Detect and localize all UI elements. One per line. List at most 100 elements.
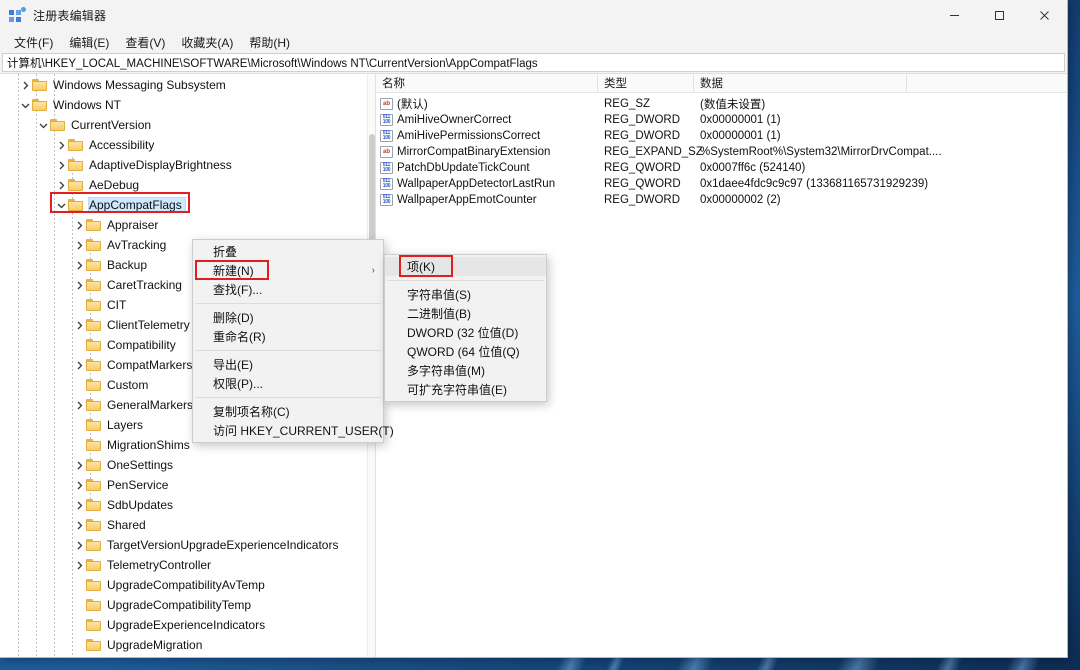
- chevron-right-icon[interactable]: [72, 355, 86, 375]
- column-header-data[interactable]: 数据: [694, 74, 907, 92]
- tree-item[interactable]: UpgradeCompatibilityTemp: [0, 595, 367, 615]
- value-row[interactable]: 011100AmiHiveOwnerCorrectREG_DWORD0x0000…: [376, 112, 1067, 128]
- close-button[interactable]: [1022, 0, 1067, 31]
- tree-item[interactable]: Shared: [0, 515, 367, 535]
- chevron-right-icon[interactable]: [18, 75, 32, 95]
- value-type: REG_DWORD: [598, 114, 694, 126]
- value-row[interactable]: abMirrorCompatBinaryExtensionREG_EXPAND_…: [376, 144, 1067, 160]
- submenu-item[interactable]: 项(K): [385, 257, 546, 276]
- tree-item[interactable]: Accessibility: [0, 135, 367, 155]
- chevron-right-icon[interactable]: [72, 495, 86, 515]
- value-data: 0x00000002 (2): [694, 194, 1067, 206]
- value-data: 0x0007ff6c (524140): [694, 162, 1067, 174]
- chevron-right-icon[interactable]: [54, 175, 68, 195]
- chevron-right-icon[interactable]: [72, 215, 86, 235]
- menu-view[interactable]: 查看(V): [117, 32, 173, 53]
- folder-icon: [86, 358, 102, 372]
- tree-item[interactable]: AppCompatFlags: [0, 195, 367, 215]
- binary-value-icon: 011100: [380, 194, 393, 206]
- folder-icon: [86, 558, 102, 572]
- context-menu-item[interactable]: 复制项名称(C): [193, 402, 383, 421]
- column-header-type[interactable]: 类型: [598, 74, 694, 92]
- chevron-right-icon[interactable]: [72, 515, 86, 535]
- registry-editor-window: 注册表编辑器 文件(F) 编辑(E) 查看(V) 收藏夹(A) 帮助(H) 计算…: [0, 0, 1068, 658]
- maximize-button[interactable]: [977, 0, 1022, 31]
- tree-item-label: CompatMarkers: [107, 358, 195, 372]
- folder-icon: [86, 618, 102, 632]
- menu-help[interactable]: 帮助(H): [241, 32, 298, 53]
- submenu-item[interactable]: 字符串值(S): [385, 285, 546, 304]
- chevron-right-icon[interactable]: [72, 235, 86, 255]
- chevron-right-icon[interactable]: [72, 255, 86, 275]
- tree-item[interactable]: Appraiser: [0, 215, 367, 235]
- menu-favorites[interactable]: 收藏夹(A): [173, 32, 241, 53]
- submenu-item-label: 项(K): [407, 258, 435, 275]
- tree-item[interactable]: TargetVersionUpgradeExperienceIndicators: [0, 535, 367, 555]
- submenu-item[interactable]: QWORD (64 位值(Q): [385, 342, 546, 361]
- address-bar[interactable]: 计算机\HKEY_LOCAL_MACHINE\SOFTWARE\Microsof…: [2, 53, 1065, 72]
- value-row[interactable]: 011100AmiHivePermissionsCorrectREG_DWORD…: [376, 128, 1067, 144]
- submenu-item-label: DWORD (32 位值(D): [407, 324, 518, 341]
- chevron-right-icon[interactable]: [54, 135, 68, 155]
- chevron-right-icon[interactable]: [72, 395, 86, 415]
- tree-item-label: Custom: [107, 378, 151, 392]
- submenu-item[interactable]: 可扩充字符串值(E): [385, 380, 546, 399]
- value-list[interactable]: ab(默认)REG_SZ(数值未设置)011100AmiHiveOwnerCor…: [376, 93, 1067, 208]
- tree-item[interactable]: UpgradeMigration: [0, 635, 367, 655]
- binary-value-icon: 011100: [380, 114, 393, 126]
- minimize-button[interactable]: [932, 0, 977, 31]
- tree-item[interactable]: AdaptiveDisplayBrightness: [0, 155, 367, 175]
- tree-item-label: CaretTracking: [107, 278, 185, 292]
- context-menu-item[interactable]: 导出(E): [193, 355, 383, 374]
- chevron-down-icon[interactable]: [54, 195, 68, 215]
- submenu-item[interactable]: 二进制值(B): [385, 304, 546, 323]
- value-type: REG_DWORD: [598, 130, 694, 142]
- context-menu-item[interactable]: 查找(F)...: [193, 280, 383, 299]
- chevron-right-icon[interactable]: [72, 555, 86, 575]
- context-menu-item[interactable]: 重命名(R): [193, 327, 383, 346]
- tree-item-label: Appraiser: [107, 218, 161, 232]
- window-title: 注册表编辑器: [33, 7, 106, 24]
- tree-item-label: OneSettings: [107, 458, 176, 472]
- tree-item[interactable]: PenService: [0, 475, 367, 495]
- context-menu-item[interactable]: 访问 HKEY_CURRENT_USER(T): [193, 421, 383, 440]
- tree-item-label: Windows NT: [53, 98, 124, 112]
- context-menu-item[interactable]: 删除(D): [193, 308, 383, 327]
- chevron-down-icon[interactable]: [36, 115, 50, 135]
- context-menu-item[interactable]: 折叠: [193, 242, 383, 261]
- tree-item[interactable]: UpgradeExperienceIndicators: [0, 615, 367, 635]
- value-row[interactable]: 011100WallpaperAppDetectorLastRunREG_QWO…: [376, 176, 1067, 192]
- menu-edit[interactable]: 编辑(E): [61, 32, 117, 53]
- folder-icon: [32, 98, 48, 112]
- tree-item[interactable]: OneSettings: [0, 455, 367, 475]
- tree-item[interactable]: AeDebug: [0, 175, 367, 195]
- tree-item[interactable]: UpgradeCompatibilityAvTemp: [0, 575, 367, 595]
- tree-item-label: Shared: [107, 518, 149, 532]
- context-menu-item[interactable]: 权限(P)...: [193, 374, 383, 393]
- chevron-down-icon[interactable]: [18, 95, 32, 115]
- value-row[interactable]: 011100PatchDbUpdateTickCountREG_QWORD0x0…: [376, 160, 1067, 176]
- new-submenu[interactable]: 项(K) 字符串值(S)二进制值(B)DWORD (32 位值(D)QWORD (…: [384, 254, 547, 402]
- tree-item[interactable]: Windows NT: [0, 95, 367, 115]
- menu-file[interactable]: 文件(F): [6, 32, 61, 53]
- chevron-right-icon[interactable]: [72, 535, 86, 555]
- submenu-item[interactable]: 多字符串值(M): [385, 361, 546, 380]
- chevron-right-icon[interactable]: [72, 455, 86, 475]
- chevron-right-icon[interactable]: [54, 155, 68, 175]
- column-header-name[interactable]: 名称: [376, 74, 598, 92]
- tree-item[interactable]: CurrentVersion: [0, 115, 367, 135]
- value-row[interactable]: 011100WallpaperAppEmotCounterREG_DWORD0x…: [376, 192, 1067, 208]
- value-type: REG_DWORD: [598, 194, 694, 206]
- tree-item[interactable]: ASR: [0, 655, 367, 657]
- value-row[interactable]: ab(默认)REG_SZ(数值未设置): [376, 96, 1067, 112]
- tree-item[interactable]: TelemetryController: [0, 555, 367, 575]
- context-menu[interactable]: 折叠新建(N)›查找(F)... 删除(D)重命名(R) 导出(E)权限(P)...…: [192, 239, 384, 443]
- chevron-right-icon[interactable]: [72, 475, 86, 495]
- chevron-right-icon[interactable]: [72, 315, 86, 335]
- chevron-right-icon[interactable]: [72, 275, 86, 295]
- context-menu-item[interactable]: 新建(N)›: [193, 261, 383, 280]
- submenu-item[interactable]: DWORD (32 位值(D): [385, 323, 546, 342]
- tree-item[interactable]: Windows Messaging Subsystem: [0, 75, 367, 95]
- tree-item[interactable]: SdbUpdates: [0, 495, 367, 515]
- tree-item-label: UpgradeCompatibilityAvTemp: [107, 578, 268, 592]
